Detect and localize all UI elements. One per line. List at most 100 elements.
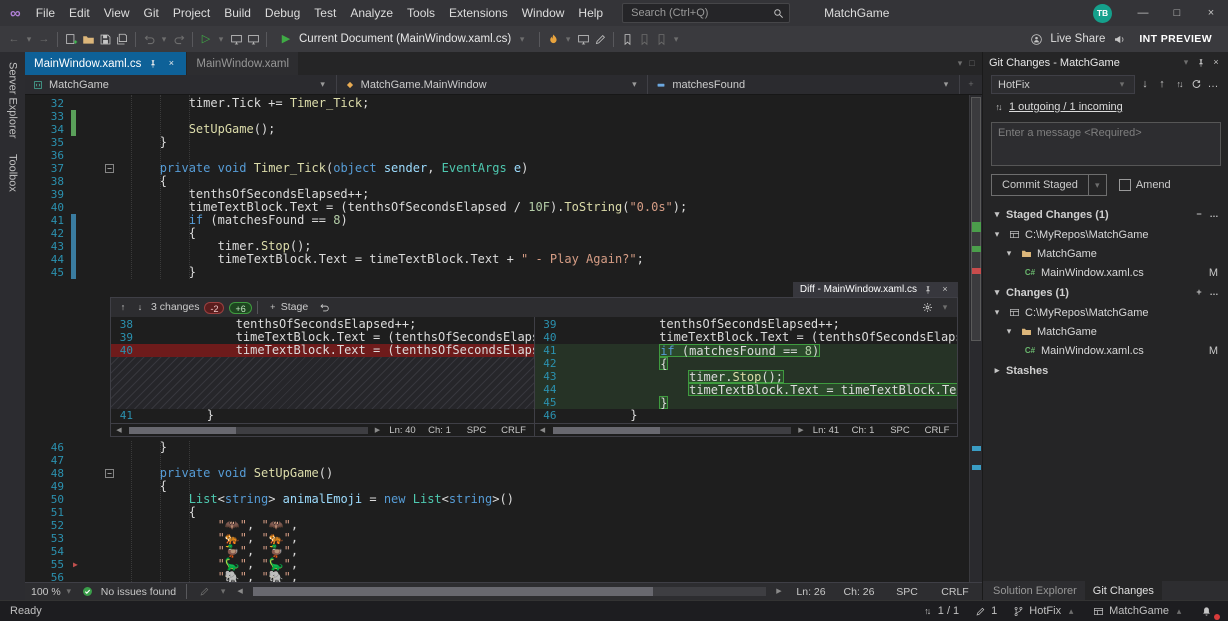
section-more-icon[interactable]: …	[1208, 285, 1220, 301]
stage-button[interactable]: + Stage	[263, 300, 312, 316]
debug-target-options-icon[interactable]: ▾	[215, 31, 227, 47]
breadcrumb-dropdown[interactable]: matchesFound ▾	[648, 75, 961, 94]
commit-options-icon[interactable]: ▾	[1087, 175, 1106, 195]
new-project-button[interactable]	[63, 31, 79, 47]
fold-toggle[interactable]: −	[105, 164, 114, 173]
tree-expander-icon[interactable]: ▾	[991, 305, 1003, 321]
menu-edit[interactable]: Edit	[62, 0, 97, 26]
amend-checkbox[interactable]: Amend	[1118, 179, 1171, 191]
unstage-all-icon[interactable]: −	[1193, 207, 1205, 223]
bookmark-button[interactable]	[619, 31, 635, 47]
project-folder-row[interactable]: ▾ MatchGame	[983, 244, 1228, 263]
eol-indicator[interactable]: CRLF	[934, 586, 976, 598]
next-bookmark-button[interactable]	[653, 31, 669, 47]
account-avatar[interactable]: TB	[1093, 3, 1112, 23]
device-preview-button[interactable]	[228, 31, 244, 47]
scroll-left-icon[interactable]: ◀	[114, 422, 124, 438]
space-indicator[interactable]: SPC	[886, 586, 928, 598]
tool-tab-toolbox[interactable]: Toolbox	[7, 154, 19, 192]
panel-menu-icon[interactable]: ▾	[1180, 55, 1192, 71]
current-branch[interactable]: HotFix ▴	[1004, 601, 1084, 621]
run-button[interactable]: ▶ Current Document (MainWindow.xaml.cs) …	[272, 28, 534, 50]
editor-scrollbar[interactable]	[969, 95, 982, 582]
bookmark-options-icon[interactable]: ▾	[670, 31, 682, 47]
health-check-icon[interactable]	[81, 584, 95, 600]
undo-change-icon[interactable]	[317, 300, 331, 316]
redo-button[interactable]	[171, 31, 187, 47]
xaml-preview-button[interactable]	[575, 31, 591, 47]
refresh-button[interactable]	[1189, 77, 1203, 93]
sync-status-link[interactable]: 1 outgoing / 1 incoming	[1009, 101, 1123, 113]
document-tab[interactable]: MainWindow.xaml.cs ×	[25, 52, 187, 75]
line-indicator[interactable]: Ln: 26	[790, 586, 832, 598]
scroll-right-icon[interactable]: ▶	[796, 422, 806, 438]
navigate-back-button[interactable]: ←	[6, 31, 22, 47]
diff-options-icon[interactable]: ▾	[939, 300, 951, 316]
more-actions-icon[interactable]: …	[1206, 77, 1220, 93]
column-indicator[interactable]: Ch: 26	[838, 586, 880, 598]
diff-tab[interactable]: Diff - MainWindow.xaml.cs ×	[792, 282, 958, 298]
issues-label[interactable]: No issues found	[101, 586, 176, 598]
collapse-icon[interactable]: ▾	[991, 285, 1003, 301]
push-button[interactable]: ↑	[1155, 77, 1169, 93]
breadcrumb-dropdown[interactable]: MatchGame ▾	[25, 75, 337, 94]
scroll-right-icon[interactable]: ▶	[373, 422, 383, 438]
diff-before-pane[interactable]: 38 tenthsOfSecondsElapsed++; 39 timeTextB…	[111, 317, 534, 423]
diff-left-hscrollbar[interactable]	[129, 426, 368, 434]
menu-help[interactable]: Help	[571, 0, 610, 26]
current-repo[interactable]: MatchGame ▴	[1084, 601, 1192, 621]
pin-icon[interactable]	[922, 282, 934, 298]
stage-all-icon[interactable]: +	[1193, 285, 1205, 301]
fold-toggle[interactable]: −	[105, 469, 114, 478]
close-button[interactable]: ×	[1194, 0, 1228, 26]
live-share-icon[interactable]	[1028, 31, 1044, 47]
search-input[interactable]: Search (Ctrl+Q)	[622, 3, 791, 23]
live-share-label[interactable]: Live Share	[1050, 33, 1105, 45]
notifications-bell[interactable]	[1192, 601, 1220, 621]
stashes-header[interactable]: Stashes	[1006, 365, 1048, 377]
menu-extensions[interactable]: Extensions	[442, 0, 515, 26]
menu-build[interactable]: Build	[217, 0, 258, 26]
expand-icon[interactable]: ▸	[991, 363, 1003, 379]
hot-reload-button[interactable]	[545, 31, 561, 47]
minimize-button[interactable]: —	[1126, 0, 1160, 26]
scroll-right-icon[interactable]: ▶	[774, 584, 784, 600]
save-button[interactable]	[97, 31, 113, 47]
pending-edits[interactable]: 1	[966, 601, 1004, 621]
feedback-icon[interactable]	[1111, 31, 1127, 47]
diff-settings-icon[interactable]	[920, 300, 934, 316]
changed-file-row[interactable]: C# MainWindow.xaml.cs M	[983, 263, 1228, 282]
branch-selector[interactable]: HotFix ▾	[991, 75, 1135, 94]
repo-root-row[interactable]: ▾ C:\MyRepos\MatchGame	[983, 225, 1228, 244]
back-history-icon[interactable]: ▾	[23, 31, 35, 47]
pin-icon[interactable]	[147, 56, 159, 72]
edit-mode-options-icon[interactable]: ▾	[217, 584, 229, 600]
menu-analyze[interactable]: Analyze	[343, 0, 400, 26]
diff-after-pane[interactable]: 39 tenthsOfSecondsElapsed++; 40 timeTextB…	[533, 317, 957, 423]
save-all-button[interactable]	[114, 31, 130, 47]
commit-message-input[interactable]	[991, 122, 1221, 166]
close-icon[interactable]: ×	[165, 56, 177, 72]
menu-file[interactable]: File	[29, 0, 62, 26]
scroll-left-icon[interactable]: ◀	[538, 422, 548, 438]
tree-expander-icon[interactable]: ▾	[1003, 324, 1015, 340]
scrollbar-thumb[interactable]	[971, 97, 981, 341]
pin-icon[interactable]	[1195, 55, 1207, 71]
menu-project[interactable]: Project	[166, 0, 217, 26]
preview-badge[interactable]: INT PREVIEW	[1139, 33, 1212, 45]
menu-test[interactable]: Test	[307, 0, 343, 26]
float-window-icon[interactable]: □	[966, 56, 978, 72]
document-list-icon[interactable]: ▾	[954, 56, 966, 72]
tool-tab-server-explorer[interactable]: Server Explorer	[7, 62, 19, 138]
collapse-icon[interactable]: ▾	[991, 207, 1003, 223]
staged-changes-header[interactable]: Staged Changes (1)	[1006, 209, 1109, 221]
edit-button[interactable]	[592, 31, 608, 47]
close-icon[interactable]: ×	[1210, 55, 1222, 71]
menu-debug[interactable]: Debug	[258, 0, 307, 26]
repo-root-row[interactable]: ▾ C:\MyRepos\MatchGame	[983, 303, 1228, 322]
debug-target-button[interactable]: ▷	[198, 31, 214, 47]
navigate-forward-button[interactable]: →	[36, 31, 52, 47]
diff-right-hscrollbar[interactable]	[552, 426, 791, 434]
tree-expander-icon[interactable]: ▾	[991, 227, 1003, 243]
previous-change-button[interactable]: ↑	[117, 300, 129, 316]
